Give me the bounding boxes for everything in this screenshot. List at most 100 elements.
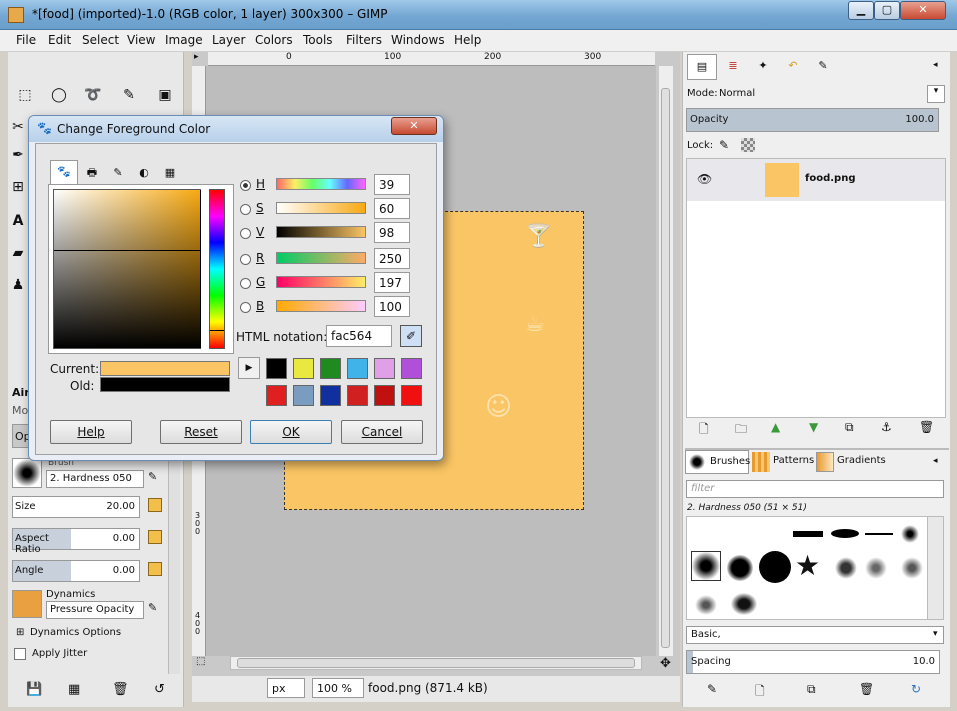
layer-name[interactable]: food.png: [805, 173, 855, 184]
reset-options-icon[interactable]: ↺: [154, 682, 165, 697]
lock-alpha-icon[interactable]: [741, 138, 755, 152]
spacing-slider[interactable]: Spacing 10.0: [686, 650, 940, 674]
history-swatch-10[interactable]: [347, 385, 368, 406]
value-slider[interactable]: [276, 226, 366, 238]
anchor-layer-icon[interactable]: ⚓: [881, 420, 892, 434]
brushes-tab[interactable]: Brushes: [685, 450, 750, 474]
zoom-dropdown[interactable]: 100 %: [312, 678, 364, 698]
gradients-tab[interactable]: Gradients: [813, 450, 886, 474]
brush-item[interactable]: [731, 593, 757, 615]
history-swatch-6[interactable]: [401, 358, 422, 379]
brush-item[interactable]: [831, 529, 859, 538]
preset-dropdown-icon[interactable]: ▾: [933, 629, 938, 639]
expand-icon[interactable]: ⊞: [16, 627, 24, 638]
brush-item[interactable]: [727, 555, 753, 581]
layers-tab-icon[interactable]: ▤: [687, 54, 717, 80]
brush-item[interactable]: [901, 525, 919, 543]
red-radio[interactable]: [240, 254, 251, 265]
blue-radio[interactable]: [240, 302, 251, 313]
align-icon[interactable]: ⊞: [10, 176, 26, 198]
brush-grid-scrollbar[interactable]: [927, 517, 943, 619]
html-notation-input[interactable]: fac564: [326, 325, 392, 347]
delete-brush-icon[interactable]: 🗑: [859, 682, 874, 696]
blue-spin[interactable]: 100: [374, 296, 410, 317]
wheel-tab-icon[interactable]: ◐: [132, 162, 156, 184]
red-spin[interactable]: 250: [374, 248, 410, 269]
value-radio[interactable]: [240, 228, 251, 239]
menu-help[interactable]: Help: [454, 33, 481, 47]
dynamics-field[interactable]: Pressure Opacity: [46, 601, 144, 619]
blue-slider[interactable]: [276, 300, 366, 312]
menu-image[interactable]: Image: [165, 33, 203, 47]
new-layer-icon[interactable]: 🗋: [699, 420, 709, 441]
gimp-selector-tab-icon[interactable]: 🐾: [50, 160, 78, 184]
panel-menu-icon[interactable]: ◂: [933, 60, 938, 70]
lock-pixels-icon[interactable]: ✎: [719, 138, 729, 152]
paths-icon[interactable]: ✒: [10, 144, 26, 166]
brush-grid[interactable]: ★: [686, 516, 944, 620]
menu-file[interactable]: File: [16, 33, 36, 47]
history-swatch-3[interactable]: [320, 358, 341, 379]
menu-filters[interactable]: Filters: [346, 33, 382, 47]
add-to-history-icon[interactable]: ▶: [238, 357, 260, 379]
lasso-icon[interactable]: ➰: [82, 84, 104, 106]
reset-aspect-icon[interactable]: [148, 530, 162, 544]
color-picker-icon[interactable]: ✐: [400, 325, 422, 347]
hue-slider[interactable]: [276, 178, 366, 190]
paths-tab-icon[interactable]: ✦: [749, 54, 777, 80]
reset-button[interactable]: Reset: [160, 420, 242, 444]
delete-layer-icon[interactable]: 🗑: [919, 420, 934, 434]
visibility-eye-icon[interactable]: 👁: [697, 172, 712, 186]
watercolor-tab-icon[interactable]: ✎: [106, 162, 130, 184]
channels-tab-icon[interactable]: ≣: [719, 54, 747, 80]
undo-tab-icon[interactable]: ↶: [779, 54, 807, 80]
history-swatch-7[interactable]: [266, 385, 287, 406]
layer-row[interactable]: 👁 food.png: [687, 159, 945, 201]
green-radio[interactable]: [240, 278, 251, 289]
menu-windows[interactable]: Windows: [391, 33, 445, 47]
horizontal-scrollbar[interactable]: [230, 656, 642, 670]
history-swatch-8[interactable]: [293, 385, 314, 406]
saturation-spin[interactable]: 60: [374, 198, 410, 219]
menu-select[interactable]: Select: [82, 33, 119, 47]
edit-dynamics-icon[interactable]: ✎: [148, 601, 162, 615]
menu-tools[interactable]: Tools: [303, 33, 333, 47]
navigate-icon[interactable]: ✥: [660, 656, 671, 671]
duplicate-layer-icon[interactable]: ⧉: [845, 420, 854, 435]
help-button[interactable]: Help: [50, 420, 132, 444]
crop-icon[interactable]: ✂: [10, 116, 26, 138]
eraser-icon[interactable]: ▰: [10, 242, 26, 264]
reset-size-icon[interactable]: [148, 498, 162, 512]
ok-button[interactable]: OK: [250, 420, 332, 444]
brush-item[interactable]: [759, 551, 791, 583]
history-swatch-1[interactable]: [266, 358, 287, 379]
history-swatch-9[interactable]: [320, 385, 341, 406]
green-slider[interactable]: [276, 276, 366, 288]
menu-colors[interactable]: Colors: [255, 33, 293, 47]
hue-strip[interactable]: [209, 189, 225, 349]
hue-spin[interactable]: 39: [374, 174, 410, 195]
zoom-icon[interactable]: ⬚: [196, 656, 210, 670]
brush-tab-icon[interactable]: ✎: [809, 54, 837, 80]
maximize-button[interactable]: ▢: [874, 1, 900, 20]
lower-layer-icon[interactable]: ▼: [809, 420, 818, 434]
quick-mask-icon[interactable]: ▸: [194, 52, 208, 66]
vertical-scrollbar[interactable]: [659, 66, 673, 656]
brush-preview[interactable]: [12, 458, 42, 488]
brush-filter-input[interactable]: filter: [686, 480, 944, 498]
menu-edit[interactable]: Edit: [48, 33, 71, 47]
duplicate-brush-icon[interactable]: ⧉: [807, 682, 816, 697]
text-tool-icon[interactable]: A: [10, 210, 26, 232]
brush-item[interactable]: [901, 557, 923, 579]
reset-angle-icon[interactable]: [148, 562, 162, 576]
new-brush-icon[interactable]: 🗋: [755, 682, 765, 703]
menu-view[interactable]: View: [127, 33, 155, 47]
hue-radio[interactable]: [240, 180, 251, 191]
close-button[interactable]: ✕: [900, 1, 946, 20]
edit-brush-icon[interactable]: ✎: [148, 470, 162, 484]
dynamics-icon[interactable]: [12, 590, 42, 618]
angle-slider[interactable]: Angle 0.00: [12, 560, 140, 582]
history-swatch-2[interactable]: [293, 358, 314, 379]
brush-item[interactable]: [865, 557, 887, 579]
restore-options-icon[interactable]: ▦: [68, 682, 80, 697]
